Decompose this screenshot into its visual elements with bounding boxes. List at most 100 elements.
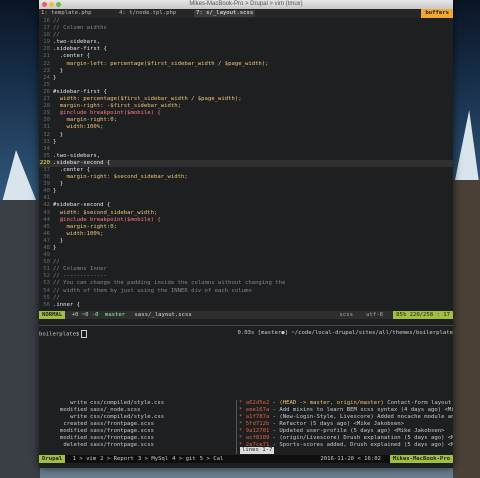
- status-line: created sass/frontpage.scss: [39, 421, 235, 428]
- commit-hash: * acf8109: [239, 435, 270, 441]
- code-line[interactable]: 47 }: [39, 238, 453, 245]
- code-line[interactable]: 41: [39, 195, 453, 202]
- code-line[interactable]: 27 width: percentage($first_sidebar_widt…: [39, 96, 453, 103]
- code-line[interactable]: 26 #sidebar-first {: [39, 89, 453, 96]
- tmux-window-tab[interactable]: 1 > vim: [73, 455, 97, 463]
- code-line[interactable]: 33}: [39, 139, 453, 146]
- tmux-window-tab[interactable]: 5 > Cal: [200, 455, 224, 463]
- code-line[interactable]: 29 @include breakpoint($mobile) {: [39, 110, 453, 117]
- pane-divider[interactable]: [39, 325, 453, 326]
- code-line[interactable]: 54// width of them by just using the INN…: [39, 288, 453, 295]
- shell-pane[interactable]: boilerplate$ 0.03s [master●] ~/code/loca…: [39, 330, 453, 400]
- sass-watch-pane[interactable]: write css/compiled/style.css modified sass/…: [39, 400, 235, 449]
- code-line[interactable]: 46 width:100%;: [39, 231, 453, 238]
- code-line[interactable]: 20 .sidebar-first {: [39, 46, 453, 53]
- line-number: 45: [43, 223, 50, 230]
- lower-panes: write css/compiled/style.css modified sass/…: [39, 400, 453, 454]
- status-line: write css/compiled/style.css: [39, 400, 235, 407]
- commit-line: * a1f787a - (New-Login-Style, Livescore)…: [239, 414, 453, 421]
- code-line[interactable]: 220 .sidebar-second {: [39, 159, 453, 167]
- line-number: 48: [43, 245, 50, 251]
- tab-template[interactable]: 1: template.php: [41, 10, 92, 17]
- tmux-host: Mikes-MacBook-Pro: [389, 455, 453, 463]
- code-line[interactable]: 51// Columns Inner: [39, 266, 453, 273]
- line-text: }: [53, 188, 57, 195]
- line-text: //: [53, 32, 60, 39]
- line-number: 38: [43, 174, 50, 181]
- line-number: 52: [43, 273, 50, 280]
- code-line[interactable]: 39 }: [39, 181, 453, 188]
- code-line[interactable]: 43 width: $second_sidebar_width;: [39, 210, 453, 217]
- line-text: }: [53, 138, 57, 145]
- tab-node-tpl[interactable]: 4: t/node.tpl.php: [119, 10, 176, 17]
- line-text: }: [53, 245, 57, 251]
- code-line[interactable]: 45 margin-right:0;: [39, 224, 453, 231]
- line-number: 21: [43, 53, 50, 60]
- status-kind: write: [70, 414, 87, 420]
- code-line[interactable]: 31 width:100%;: [39, 124, 453, 131]
- code-line[interactable]: 34: [39, 146, 453, 153]
- code-line[interactable]: 21 .center {: [39, 53, 453, 60]
- git-log-pane[interactable]: * a62d5e2 - (HEAD -> master, origin/mast…: [239, 400, 453, 449]
- line-number: 53: [43, 280, 50, 287]
- mountain-snow-right: [453, 110, 480, 190]
- code-line[interactable]: 50//: [39, 259, 453, 266]
- status-line: write css/compiled/style.css: [39, 414, 235, 421]
- code-line[interactable]: 35 .two-sidebars,: [39, 153, 453, 160]
- commit-message: Refactor (5 days ago) <Mike Jakobsen>: [279, 421, 405, 427]
- status-line: modified sass/frontpage.scss: [39, 435, 235, 442]
- commit-message: Sports-scores added, Drush explained (5 …: [279, 442, 453, 448]
- tmux-window-tab[interactable]: 3 > MySql: [138, 455, 168, 463]
- commit-line: * 9a12701 - Updated user-profile (5 days…: [239, 428, 445, 434]
- code-line[interactable]: 52// -------------: [39, 273, 453, 280]
- code-line[interactable]: 38 margin-right: $second_sidebar_width;: [39, 174, 453, 181]
- code-line[interactable]: 48}: [39, 245, 453, 252]
- code-line[interactable]: 32 }: [39, 132, 453, 139]
- commit-message: Updated user-profile (5 days ago) <Mike …: [279, 428, 445, 434]
- line-text: }: [53, 181, 64, 188]
- code-line[interactable]: 16//: [39, 18, 453, 25]
- buffers-label: buffers: [421, 9, 453, 18]
- code-editor[interactable]: 16//17// Column widths 18//19 .two-sidebar…: [39, 18, 453, 316]
- code-line[interactable]: 19 .two-sidebars,: [39, 39, 453, 46]
- code-line[interactable]: 53// You can change the padding inside t…: [39, 280, 453, 287]
- code-line[interactable]: 28 margin-right: -$first_sidebar_width;: [39, 103, 453, 110]
- line-number: 46: [43, 230, 50, 237]
- status-kind: modified: [60, 407, 87, 413]
- line-number: 54: [43, 287, 50, 294]
- cursor-position: 85% 220/258 : 17: [393, 311, 453, 319]
- commit-message: Contact-form layout u: [387, 400, 453, 406]
- line-text: //: [53, 294, 60, 301]
- code-line[interactable]: 55//: [39, 295, 453, 302]
- line-number: 28: [43, 103, 50, 110]
- code-line[interactable]: 42 #sidebar-second {: [39, 202, 453, 209]
- commit-line: * acf8109 - (origin/Livescore) Drush exp…: [239, 435, 453, 442]
- status-kind: modified: [60, 435, 87, 441]
- code-line[interactable]: 49: [39, 252, 453, 259]
- tmux-window-tab[interactable]: 4 > git: [172, 455, 196, 463]
- commit-hash: * 5fd712b: [239, 421, 270, 427]
- code-line[interactable]: 22 margin-left: percentage($first_sideba…: [39, 61, 453, 68]
- code-line[interactable]: 24}: [39, 75, 453, 82]
- code-line[interactable]: 37 .center {: [39, 167, 453, 174]
- code-line[interactable]: 44 @include breakpoint($mobile) {: [39, 217, 453, 224]
- line-text: #sidebar-second {: [53, 202, 111, 209]
- code-line[interactable]: 23 }: [39, 68, 453, 75]
- code-line[interactable]: 17// Column widths: [39, 25, 453, 32]
- commit-line: * a62d5e2 - (HEAD -> master, origin/mast…: [239, 400, 453, 407]
- code-line[interactable]: 18//: [39, 32, 453, 39]
- line-number: 33: [43, 138, 50, 145]
- code-line[interactable]: 56 .inner {: [39, 302, 453, 309]
- status-kind: write: [70, 400, 87, 406]
- code-line[interactable]: 30 margin-right:0;: [39, 117, 453, 124]
- line-number: 29: [43, 110, 50, 117]
- code-line[interactable]: 25: [39, 82, 453, 89]
- line-text: .inner {: [53, 301, 80, 308]
- tab-layout-scss[interactable]: 7: s/_layout.scss: [194, 10, 256, 17]
- code-line[interactable]: 40}: [39, 188, 453, 195]
- line-number: 37: [43, 166, 50, 173]
- terminal-window: Mikes-MacBook-Pro > Drupal > vim (tmux) …: [39, 0, 453, 468]
- line-text: }: [53, 237, 64, 244]
- vertical-pane-divider[interactable]: [236, 400, 237, 454]
- tmux-window-tab[interactable]: 2 > Report: [100, 455, 134, 463]
